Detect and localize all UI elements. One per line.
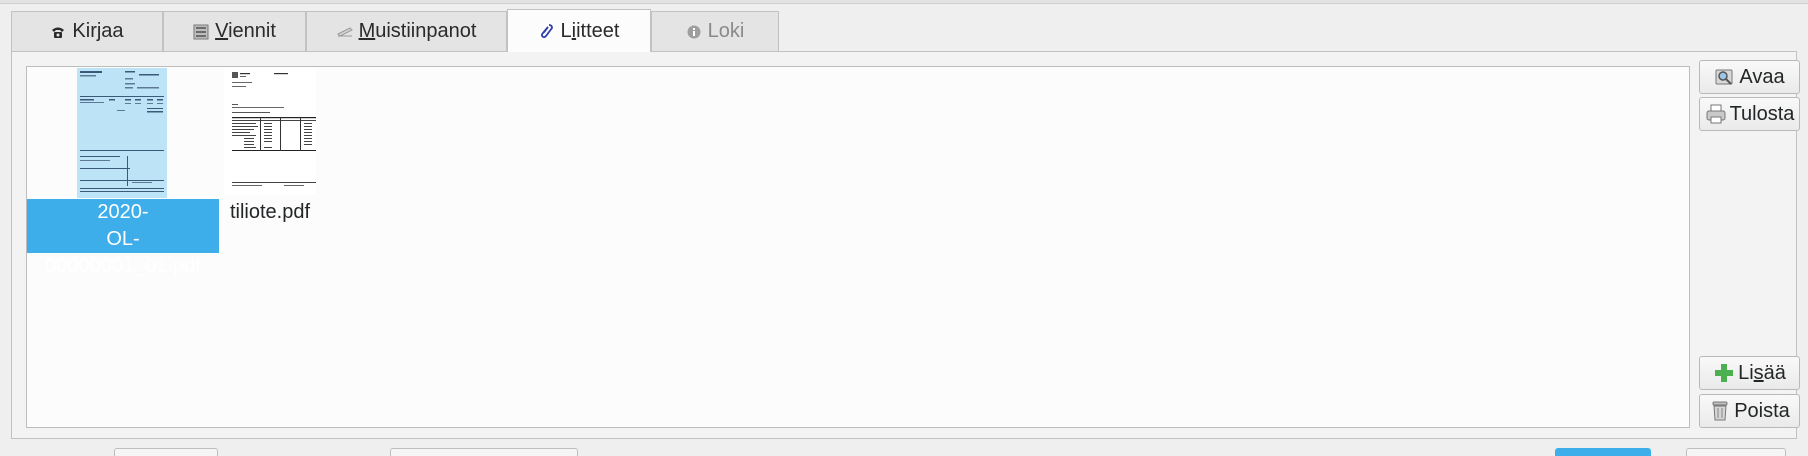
attachment-filename: tiliote.pdf <box>229 201 311 223</box>
phone-icon <box>50 24 66 40</box>
tab-viennit[interactable]: Viennit <box>163 11 306 51</box>
print-button-label: Tulosta <box>1729 102 1795 125</box>
tab-liitteet-label: Liitteet <box>560 19 620 42</box>
list-icon <box>193 24 209 40</box>
attachment-list[interactable]: 2020- OL-00000001_01.pdf tiliote.pdf <box>26 66 1690 428</box>
bottom-control-stub <box>1555 448 1651 456</box>
attachment-item[interactable]: 2020- OL-00000001_01.pdf <box>27 67 219 277</box>
add-button[interactable]: Lisää <box>1699 356 1800 390</box>
bottom-control-stub <box>114 448 218 456</box>
attachment-thumbnail <box>224 68 316 194</box>
attachment-thumbnail <box>77 68 167 198</box>
bottom-control-stub <box>1686 448 1786 456</box>
tab-muistiinpanot[interactable]: Muistiinpanot <box>306 11 507 51</box>
print-button[interactable]: Tulosta <box>1699 97 1800 131</box>
bottom-control-stub <box>390 448 578 456</box>
tab-muistiinpanot-label: Muistiinpanot <box>358 20 477 42</box>
add-button-label: Lisää <box>1738 361 1786 384</box>
info-icon <box>686 24 702 40</box>
note-icon <box>336 24 353 40</box>
tab-loki[interactable]: Loki <box>651 11 779 51</box>
tab-loki-label: Loki <box>707 20 745 42</box>
plus-icon <box>1713 362 1735 384</box>
attachment-item[interactable]: tiliote.pdf <box>224 67 316 227</box>
attachment-filename: 2020- OL-00000001_01.pdf <box>27 199 219 277</box>
tab-viennit-label: Viennit <box>215 20 276 42</box>
document-preview-icon <box>1714 66 1736 88</box>
top-border <box>0 0 1808 4</box>
trash-icon <box>1709 400 1731 422</box>
tab-liitteet[interactable]: Liitteet <box>507 9 651 52</box>
tab-kirjaa-label: Kirjaa <box>72 20 124 42</box>
tab-kirjaa[interactable]: Kirjaa <box>11 11 163 51</box>
delete-button[interactable]: Poista <box>1699 394 1800 428</box>
delete-button-label: Poista <box>1734 399 1790 422</box>
attachments-panel: 2020- OL-00000001_01.pdf tiliote.pdf Ava… <box>11 51 1800 439</box>
paperclip-icon <box>539 23 555 39</box>
open-button-label: Avaa <box>1739 65 1785 88</box>
open-button[interactable]: Avaa <box>1699 60 1800 94</box>
printer-icon <box>1705 103 1727 125</box>
